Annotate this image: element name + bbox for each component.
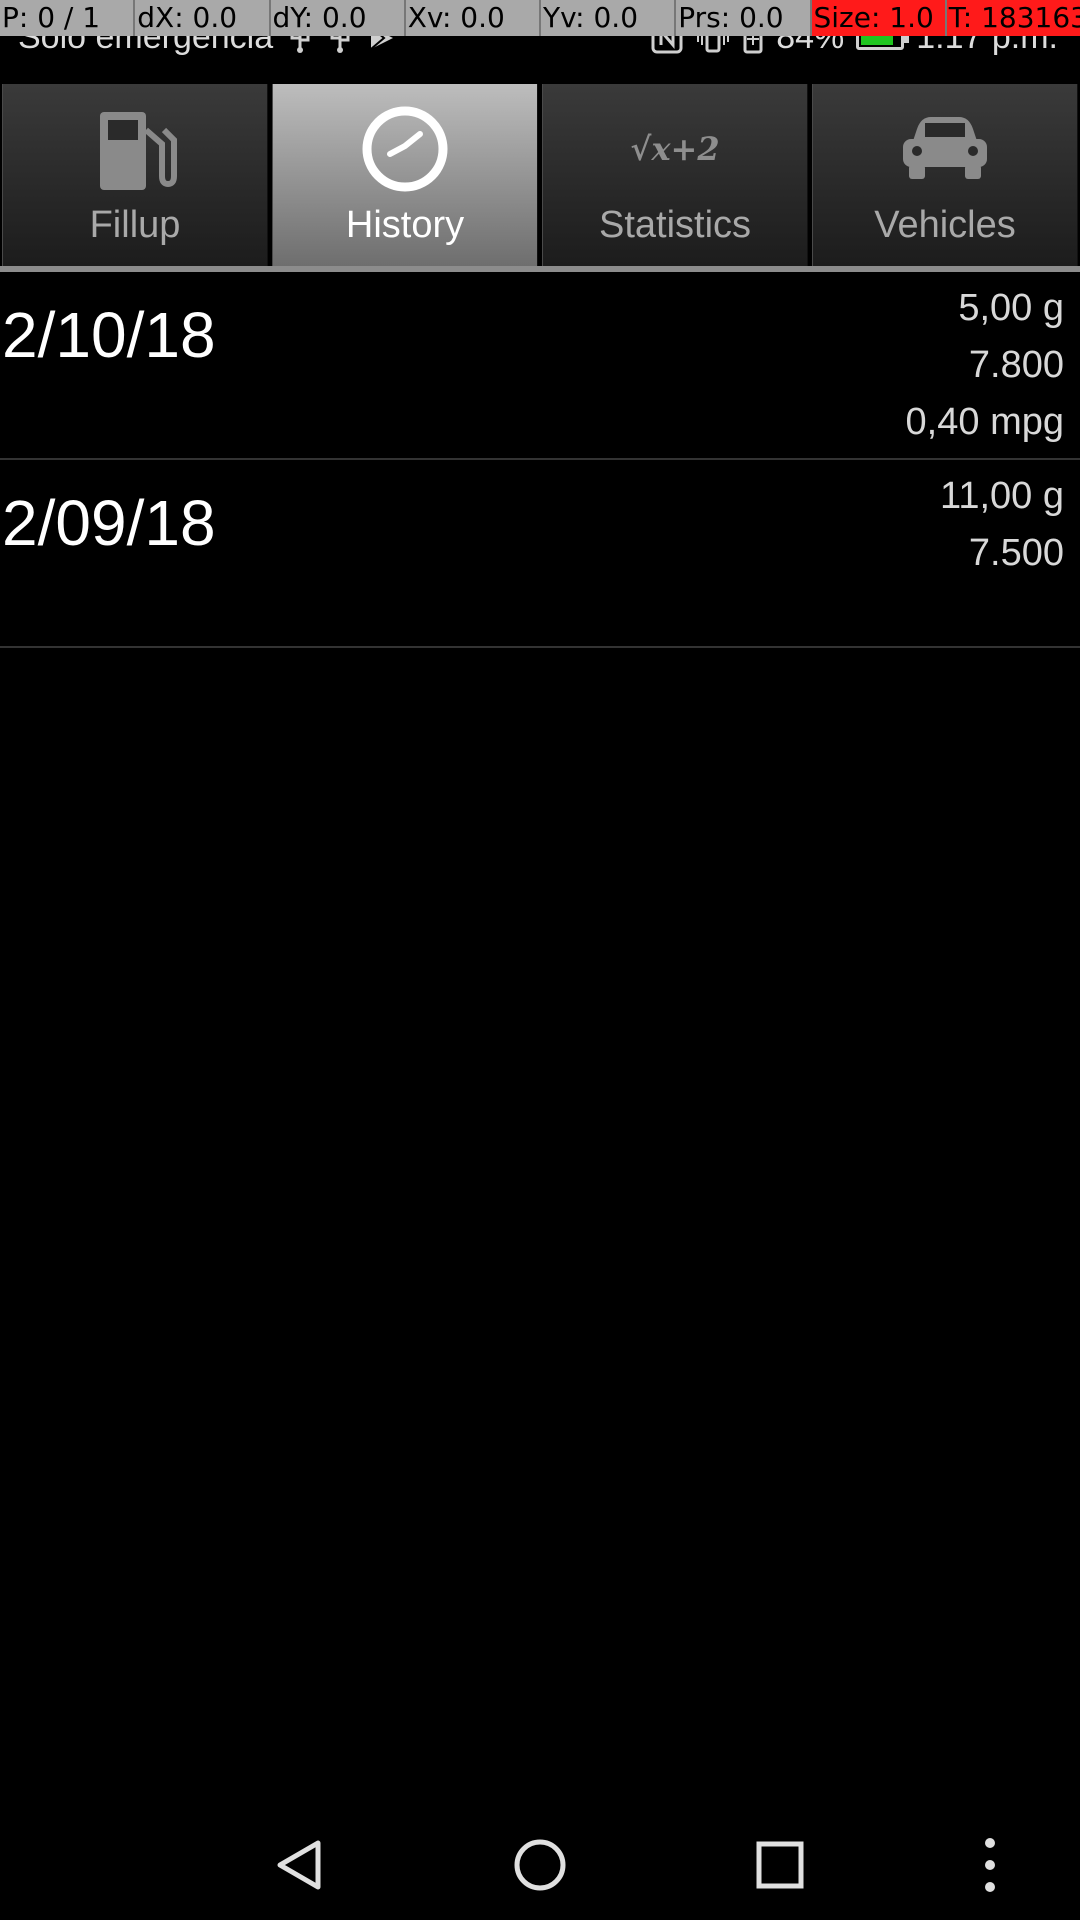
tab-label: Fillup bbox=[89, 204, 181, 246]
fillup-mileage: 0,40 mpg bbox=[905, 401, 1064, 443]
fillup-gallons: 11,00 g bbox=[940, 475, 1064, 517]
recents-icon[interactable] bbox=[745, 1830, 815, 1900]
debug-yv: Yv: 0.0 bbox=[541, 0, 677, 36]
debug-dy: dY: 0.0 bbox=[271, 0, 406, 36]
debug-prs: Prs: 0.0 bbox=[676, 0, 812, 36]
history-row[interactable]: 2/09/18 11,00 g 7.500 bbox=[0, 460, 1080, 648]
sqrt-icon: √x+2 bbox=[630, 130, 720, 168]
fillup-odometer: 7.500 bbox=[968, 532, 1064, 574]
navigation-bar bbox=[0, 1800, 1080, 1920]
fillup-gallons: 5,00 g bbox=[958, 287, 1064, 329]
debug-xv: Xv: 0.0 bbox=[406, 0, 541, 36]
tab-vehicles[interactable]: Vehicles bbox=[812, 84, 1078, 266]
back-icon[interactable] bbox=[265, 1830, 335, 1900]
history-list: 2/10/18 5,00 g 7.800 0,40 mpg 2/09/18 11… bbox=[0, 272, 1080, 648]
debug-dx: dX: 0.0 bbox=[135, 0, 271, 36]
fillup-date: 2/10/18 bbox=[2, 299, 216, 371]
tab-bar: Fillup History √x+2 Statistics Vehicles bbox=[0, 84, 1080, 266]
tab-label: History bbox=[345, 204, 465, 246]
tab-fillup[interactable]: Fillup bbox=[2, 84, 268, 266]
pointer-location-overlay: P: 0 / 1 dX: 0.0 dY: 0.0 Xv: 0.0 Yv: 0.0… bbox=[0, 0, 1080, 36]
home-icon[interactable] bbox=[505, 1830, 575, 1900]
history-row[interactable]: 2/10/18 5,00 g 7.800 0,40 mpg bbox=[0, 272, 1080, 460]
tab-statistics[interactable]: √x+2 Statistics bbox=[542, 84, 808, 266]
tab-history[interactable]: History bbox=[272, 84, 538, 266]
fillup-values: 11,00 g 7.500 bbox=[940, 468, 1064, 582]
tab-label: Statistics bbox=[598, 204, 752, 246]
fillup-odometer: 7.800 bbox=[968, 344, 1064, 386]
car-icon bbox=[897, 94, 993, 204]
fillup-date: 2/09/18 bbox=[2, 487, 216, 559]
debug-time: T: 183163 bbox=[946, 0, 1080, 36]
menu-icon[interactable] bbox=[955, 1830, 1025, 1900]
tab-label: Vehicles bbox=[874, 204, 1016, 246]
fillup-values: 5,00 g 7.800 0,40 mpg bbox=[906, 280, 1064, 451]
debug-pointer: P: 0 / 1 bbox=[0, 0, 136, 36]
debug-size: Size: 1.0 bbox=[811, 0, 947, 36]
clock-icon bbox=[360, 94, 450, 204]
fuel-pump-icon bbox=[90, 94, 180, 204]
